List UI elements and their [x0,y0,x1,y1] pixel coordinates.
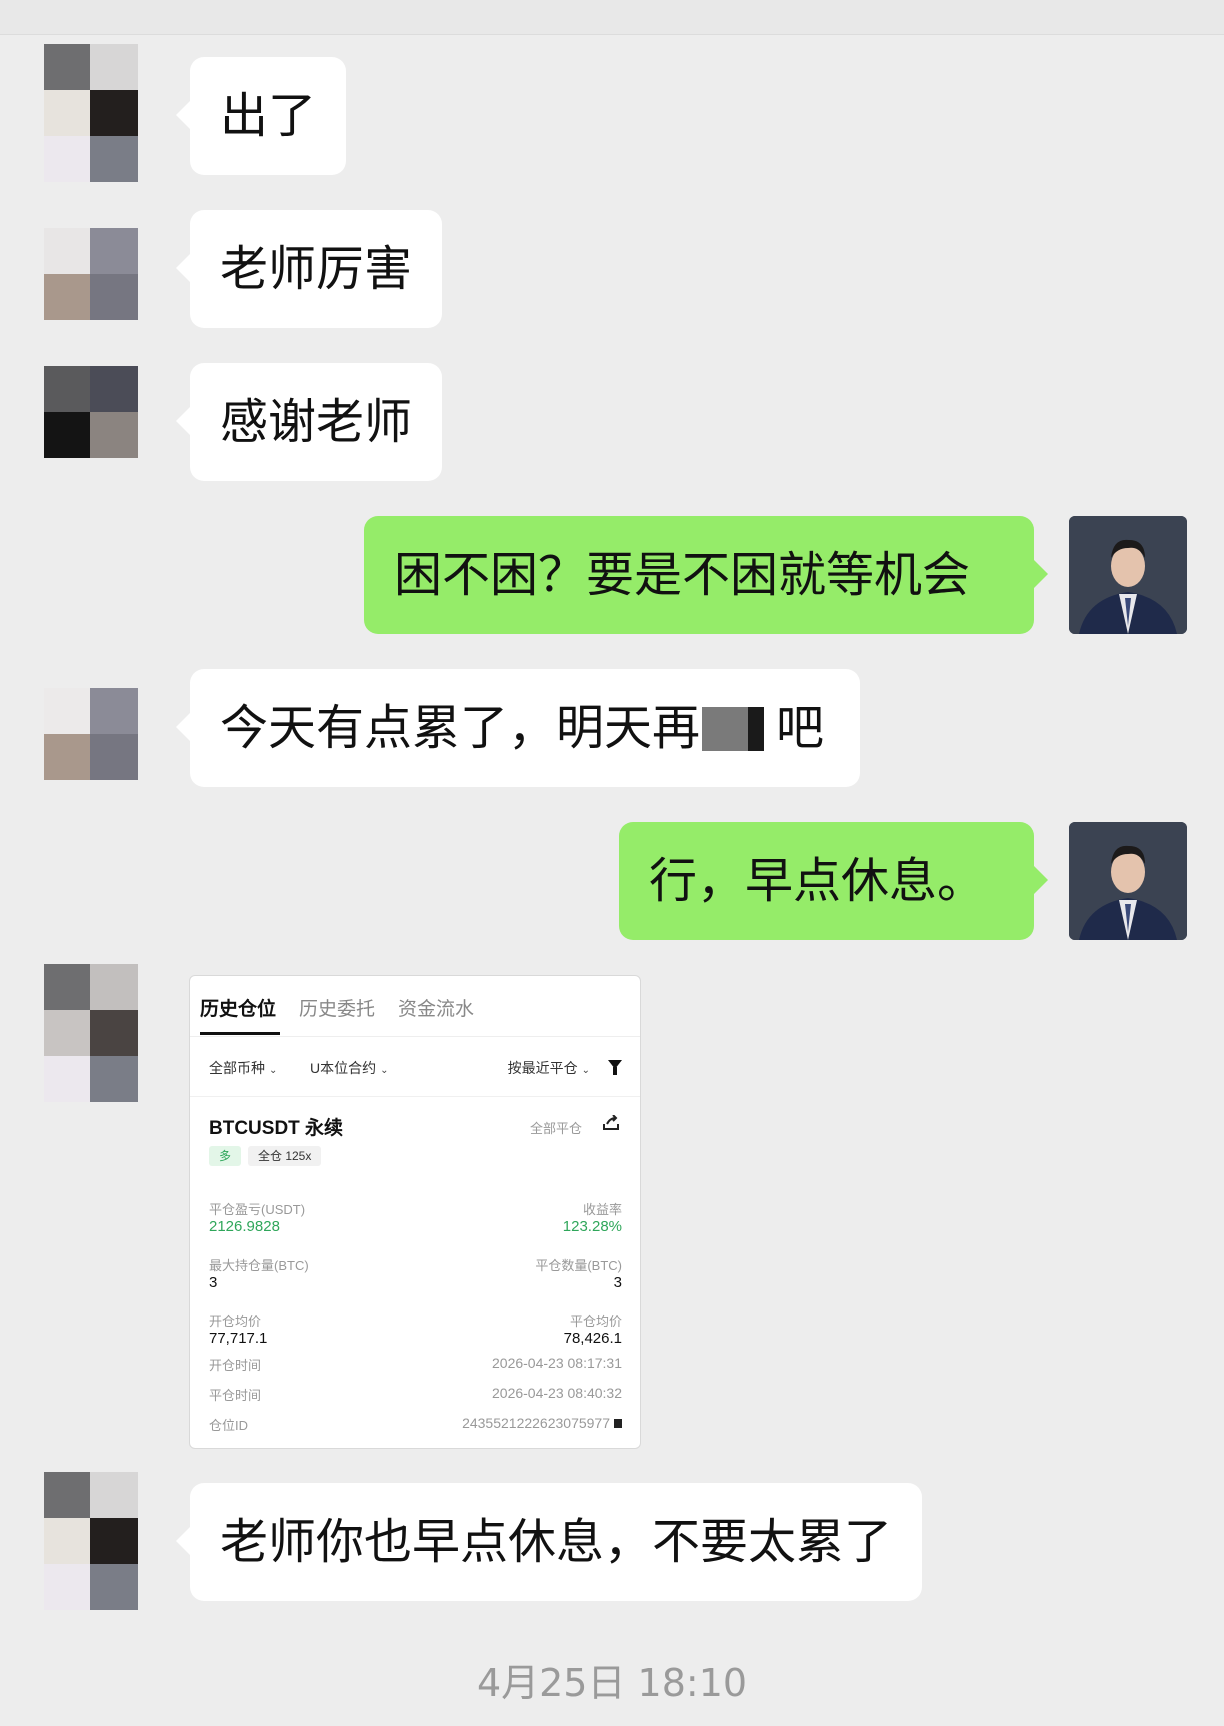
filter-funnel-icon [608,1060,622,1075]
position-id-row: 2435521222623075977 [462,1415,622,1431]
message-text: 出了 [220,88,317,144]
long-tag: 多 [209,1146,242,1166]
close-all-label: 全部平仓 [529,1121,582,1136]
share-icon [603,1115,619,1130]
message-bubble-received[interactable]: 老师厉害 [175,210,443,328]
active-tab-indicator [200,1032,280,1035]
chat-timestamp: 4月25日 18:10 [476,1661,748,1705]
message-text: 老师你也早点休息，不要太累了 [220,1514,893,1570]
pnl-label: 平仓盈亏(USDT) [209,1202,306,1217]
message-text: 行，早点休息。 [649,853,986,909]
symbol-title: BTCUSDT 永续 [209,1118,344,1139]
person-portrait-icon [1069,516,1187,634]
message-text: 感谢老师 [220,394,413,450]
max-position-value: 3 [209,1274,218,1291]
top-bar [0,0,1224,35]
filter-coin-label: 全部币种 [209,1060,265,1076]
message-bubble-received[interactable]: 感谢老师 [175,363,443,481]
tab-history-positions: 历史仓位 [200,999,277,1020]
margin-mode-tag: 全仓 125x [248,1146,322,1166]
message-bubble-sent[interactable]: 困不困？要是不困就等机会 [364,516,1048,634]
close-time-value: 2026-04-23 08:40:32 [492,1385,622,1401]
position-id-label: 仓位ID [209,1418,249,1433]
position-id-value: 2435521222623075977 [462,1415,610,1431]
chevron-down-icon: ⌄ [380,1065,389,1076]
close-qty-label: 平仓数量(BTC) [535,1258,622,1273]
contact-avatar[interactable] [38,964,138,1104]
open-time-value: 2026-04-23 08:17:31 [492,1355,622,1371]
filter-contract-label: U本位合约 [310,1060,377,1076]
message-bubble-received[interactable]: 老师你也早点休息，不要太累了 [175,1483,923,1601]
tab-fund-flow: 资金流水 [398,999,475,1020]
roi-label: 收益率 [582,1202,622,1217]
contact-avatar[interactable] [38,668,138,808]
close-qty-value: 3 [613,1274,622,1291]
contact-avatar[interactable] [38,208,138,348]
my-avatar[interactable] [1069,822,1187,940]
copy-icon [614,1419,622,1428]
pnl-value: 2126.9828 [209,1218,280,1235]
tab-history-orders: 历史委托 [299,999,376,1020]
trade-screenshot-image[interactable]: 历史仓位 历史委托 资金流水 全部币种 ⌄ U本位合约 ⌄ 按最近平仓 ⌄ BTCUS… [189,975,641,1449]
filter-contract: U本位合约 ⌄ [310,1058,389,1078]
my-avatar[interactable] [1069,516,1187,634]
open-time-label: 开仓时间 [209,1358,262,1373]
message-bubble-received[interactable]: 出了 [175,57,347,175]
close-time-label: 平仓时间 [209,1388,262,1403]
message-bubble-received[interactable]: 今天有点累了，明天再 吧 [176,669,860,787]
message-text-group: 今天有点累了，明天再吧 [190,704,854,753]
filter-sort: 按最近平仓 ⌄ [508,1058,590,1078]
message-text: 困不困？要是不困就等机会 [394,547,971,603]
close-avg-label: 平仓均价 [569,1314,622,1329]
contact-avatar[interactable] [38,366,138,506]
close-avg-value: 78,426.1 [563,1330,622,1347]
redacted-block [702,706,776,751]
message-text: 吧 [776,699,825,756]
filter-coin: 全部币种 ⌄ [209,1058,277,1078]
message-text: 老师厉害 [220,241,413,297]
contact-avatar[interactable] [38,44,138,184]
open-avg-value: 77,717.1 [209,1330,268,1347]
chevron-down-icon: ⌄ [269,1065,278,1076]
open-avg-label: 开仓均价 [209,1314,262,1329]
max-position-label: 最大持仓量(BTC) [209,1258,309,1273]
filter-bar: 全部币种 ⌄ U本位合约 ⌄ 按最近平仓 ⌄ [190,1036,640,1097]
message-text: 今天有点累了，明天再 [220,699,701,756]
person-portrait-icon [1069,822,1187,940]
roi-value: 123.28% [562,1218,622,1235]
tab-bar: 历史仓位 历史委托 资金流水 [190,976,640,1037]
chevron-down-icon: ⌄ [581,1065,590,1076]
filter-sort-label: 按最近平仓 [507,1060,578,1076]
contact-avatar[interactable] [38,1472,138,1612]
message-bubble-sent[interactable]: 行，早点休息。 [619,822,1048,940]
